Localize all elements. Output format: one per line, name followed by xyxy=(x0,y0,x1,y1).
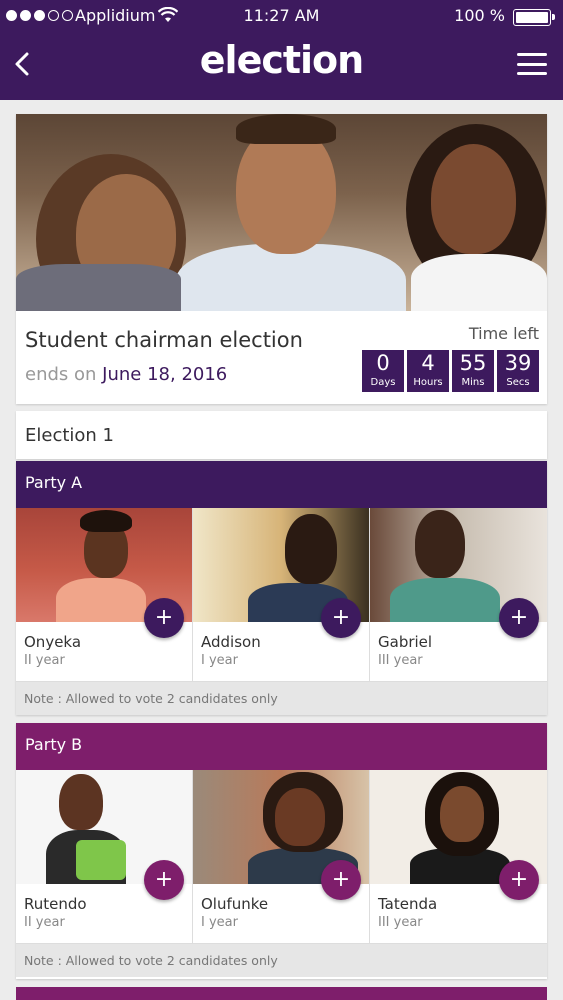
candidate-year: I year xyxy=(201,653,238,668)
candidate-name: Rutendo xyxy=(24,895,87,913)
candidate-year: II year xyxy=(24,915,65,930)
top-bar: Applidium 11:27 AM 100 % election xyxy=(0,0,563,100)
app-logo: election xyxy=(199,38,364,82)
candidate-card[interactable]: Rutendo II year + xyxy=(16,770,193,943)
battery-icon xyxy=(513,9,555,26)
candidate-year: III year xyxy=(378,653,423,668)
candidate-name: Olufunke xyxy=(201,895,269,913)
vote-add-button[interactable]: + xyxy=(144,860,184,900)
candidate-year: III year xyxy=(378,915,423,930)
hamburger-menu-icon[interactable] xyxy=(517,53,547,75)
countdown-timer: 0 Days 4 Hours 55 Mins 39 Secs xyxy=(362,350,539,392)
party-b-header: Party B xyxy=(16,723,547,770)
party-b-card: Party B Rutendo II year + Olufunke I yea… xyxy=(16,723,547,979)
candidate-card[interactable]: Gabriel III year + xyxy=(370,508,547,681)
party-a-card: Party A Onyeka II year + Addison I year … xyxy=(16,461,547,715)
election-section-header: Election 1 xyxy=(16,411,547,459)
election-hero-card[interactable]: Student chairman election ends on June 1… xyxy=(16,114,547,404)
hero-students-photo xyxy=(16,114,547,311)
time-left-label: Time left xyxy=(468,324,539,343)
vote-add-button[interactable]: + xyxy=(499,598,539,638)
status-bar: Applidium 11:27 AM 100 % xyxy=(0,0,563,32)
party-a-vote-note: Note : Allowed to vote 2 candidates only xyxy=(16,682,547,715)
ends-prefix: ends on xyxy=(25,364,97,385)
vote-add-button[interactable]: + xyxy=(144,598,184,638)
countdown-mins: 55 Mins xyxy=(452,350,494,392)
party-a-header: Party A xyxy=(16,461,547,508)
candidate-card[interactable]: Onyeka II year + xyxy=(16,508,193,681)
election-title: Student chairman election xyxy=(25,328,303,352)
candidate-card[interactable]: Addison I year + xyxy=(193,508,370,681)
countdown-days: 0 Days xyxy=(362,350,404,392)
next-party-header xyxy=(16,987,547,1000)
election-name: Election 1 xyxy=(25,425,114,446)
candidate-card[interactable]: Olufunke I year + xyxy=(193,770,370,943)
party-b-vote-note: Note : Allowed to vote 2 candidates only xyxy=(16,944,547,977)
countdown-hours: 4 Hours xyxy=(407,350,449,392)
ends-date: June 18, 2016 xyxy=(102,364,228,385)
candidate-card[interactable]: Tatenda III year + xyxy=(370,770,547,943)
candidate-year: I year xyxy=(201,915,238,930)
candidate-year: II year xyxy=(24,653,65,668)
candidate-name: Tatenda xyxy=(378,895,438,913)
vote-add-button[interactable]: + xyxy=(321,860,361,900)
vote-add-button[interactable]: + xyxy=(321,598,361,638)
candidate-name: Gabriel xyxy=(378,633,433,651)
countdown-secs: 39 Secs xyxy=(497,350,539,392)
battery-percent: 100 % xyxy=(454,6,505,25)
candidate-name: Onyeka xyxy=(24,633,82,651)
candidate-name: Addison xyxy=(201,633,261,651)
vote-add-button[interactable]: + xyxy=(499,860,539,900)
election-end-date: ends on June 18, 2016 xyxy=(25,364,227,385)
